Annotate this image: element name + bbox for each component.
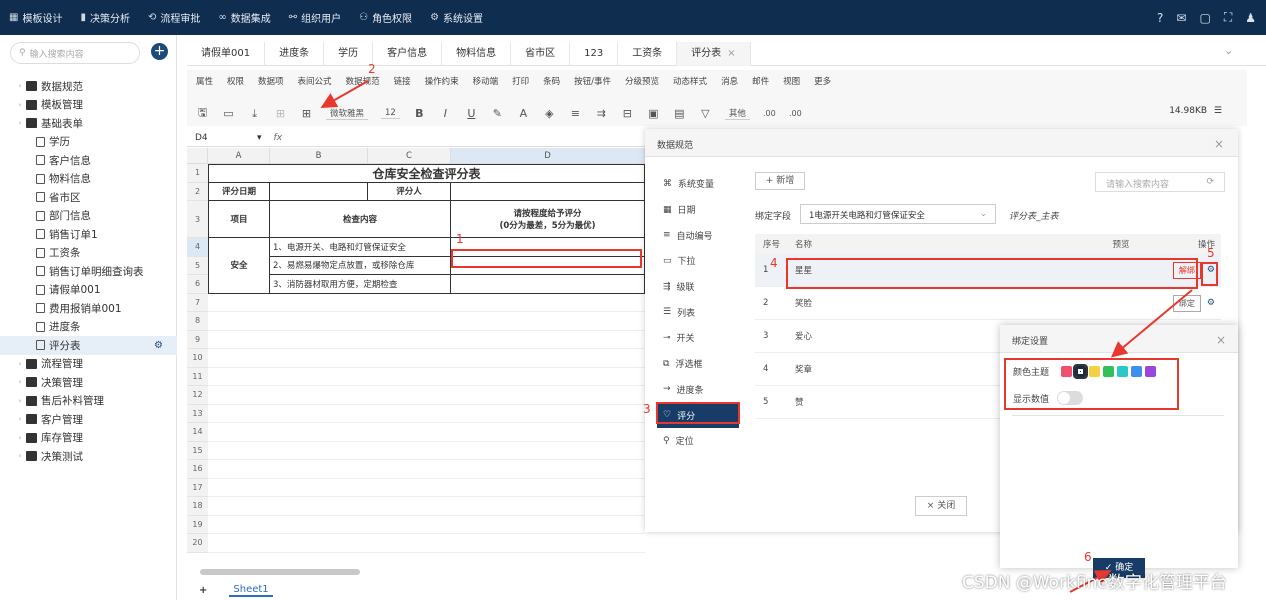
watermark: CSDN @Workfine数字化管理平台 (962, 573, 1227, 593)
arrow-5 (1110, 289, 1193, 358)
arrow-2 (320, 80, 369, 108)
annotation-arrows (320, 80, 1193, 593)
